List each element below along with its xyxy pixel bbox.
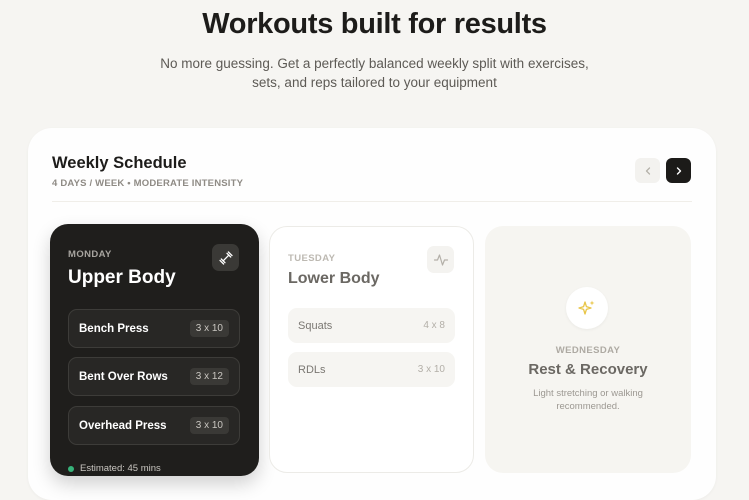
exercise-sets: 3 x 10	[189, 320, 229, 337]
day-card-wednesday[interactable]: WEDNESDAY Rest & Recovery Light stretchi…	[485, 226, 691, 473]
sparkles-icon	[578, 300, 595, 315]
rest-description: Light stretching or walking recommended.	[515, 387, 661, 413]
rest-description-line-1: Light stretching or walking	[533, 388, 643, 399]
exercise-name: Bench Press	[79, 322, 149, 335]
status-dot	[68, 465, 74, 472]
exercise-sets: 3 x 10	[417, 364, 445, 375]
day-card-tuesday[interactable]: TUESDAY Lower Body Squats 4 x 8 RDLs 3 x…	[269, 226, 474, 473]
chevron-left-icon	[645, 166, 650, 175]
workout-title: Lower Body	[288, 270, 380, 287]
next-button[interactable]	[666, 158, 691, 183]
estimated-time-label: Estimated: 45 mins	[80, 463, 161, 474]
chevron-right-icon	[676, 166, 681, 175]
exercise-row[interactable]: RDLs 3 x 10	[288, 352, 455, 387]
exercise-name: Overhead Press	[79, 419, 167, 432]
exercise-row[interactable]: Bench Press 3 x 10	[68, 309, 240, 348]
exercise-row[interactable]: Squats 4 x 8	[288, 308, 455, 343]
workout-icon-box	[212, 244, 239, 271]
day-label: MONDAY	[68, 249, 112, 260]
rest-icon-circle	[566, 287, 608, 329]
weekly-schedule-panel: Weekly Schedule 4 DAYS / WEEK • MODERATE…	[28, 128, 716, 500]
rest-description-line-2: recommended.	[556, 401, 620, 412]
workout-title: Rest & Recovery	[528, 361, 648, 378]
dumbbell-icon	[218, 250, 233, 265]
exercise-sets: 3 x 10	[189, 417, 229, 434]
exercise-sets: 4 x 8	[423, 320, 445, 331]
exercise-name: Squats	[298, 319, 333, 332]
schedule-title: Weekly Schedule	[52, 154, 187, 172]
previous-button[interactable]	[635, 158, 660, 183]
hero-subtitle: No more guessing. Get a perfectly balanc…	[0, 54, 749, 92]
hero-title: Workouts built for results	[202, 8, 547, 40]
activity-icon	[433, 253, 448, 266]
exercise-row[interactable]: Bent Over Rows 3 x 12	[68, 357, 240, 396]
estimated-time: Estimated: 45 mins	[68, 463, 161, 474]
day-label: WEDNESDAY	[555, 345, 621, 356]
exercise-name: RDLs	[298, 363, 326, 376]
day-card-monday[interactable]: MONDAY Upper Body Bench Press 3 x 10 Ben…	[50, 224, 259, 476]
day-label: TUESDAY	[288, 253, 336, 264]
exercise-row[interactable]: Overhead Press 3 x 10	[68, 406, 240, 445]
hero-subtitle-line-2: sets, and reps tailored to your equipmen…	[252, 75, 497, 90]
exercise-sets: 3 x 12	[189, 368, 229, 385]
workout-title: Upper Body	[68, 267, 176, 288]
hero-subtitle-line-1: No more guessing. Get a perfectly balanc…	[160, 56, 589, 71]
workout-icon-box	[427, 246, 454, 273]
header-divider	[52, 201, 692, 202]
schedule-meta: 4 DAYS / WEEK • MODERATE INTENSITY	[52, 178, 244, 189]
exercise-name: Bent Over Rows	[79, 370, 168, 383]
